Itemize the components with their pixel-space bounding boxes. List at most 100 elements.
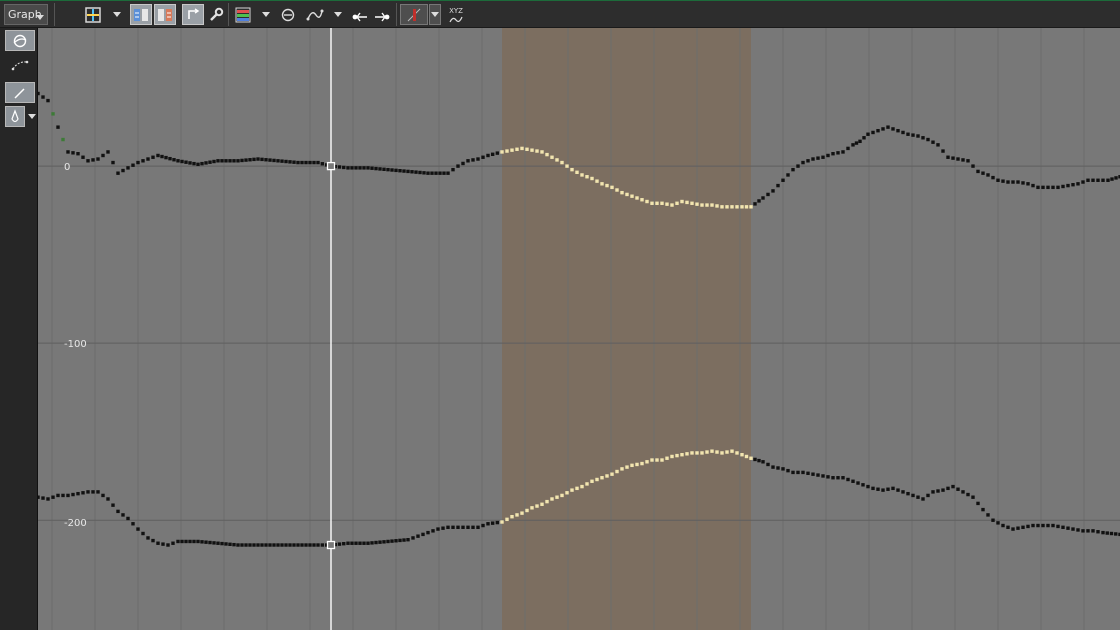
keyframe-point bbox=[220, 541, 224, 546]
keyframe-point bbox=[378, 167, 382, 171]
keyframe-point bbox=[106, 497, 110, 501]
keyframe-point bbox=[101, 153, 105, 158]
keyframe-point bbox=[374, 166, 378, 171]
keyframe-point bbox=[41, 496, 45, 500]
keyframe-point bbox=[796, 164, 800, 168]
keyframe-point bbox=[881, 127, 885, 131]
keyframe-point bbox=[841, 476, 845, 480]
keyframe-point bbox=[801, 160, 805, 165]
curve-tool-icon[interactable] bbox=[5, 54, 35, 75]
normalize-icon[interactable] bbox=[279, 4, 297, 25]
keyframe-point bbox=[312, 160, 316, 165]
curve-plot[interactable] bbox=[38, 28, 1120, 630]
keyframe-point bbox=[961, 158, 965, 162]
keyframe-point bbox=[1026, 524, 1030, 529]
keyframe-point bbox=[176, 539, 180, 544]
wrench-icon[interactable] bbox=[206, 4, 226, 25]
keyframe-point bbox=[406, 538, 410, 542]
keyframe-point bbox=[515, 513, 519, 517]
keyframe-point bbox=[766, 462, 770, 467]
keyframe-point bbox=[1066, 183, 1070, 188]
keyframe-point bbox=[550, 155, 554, 159]
keyframe-point bbox=[730, 449, 734, 453]
pen-tool-icon[interactable] bbox=[5, 82, 35, 103]
keyframe-point bbox=[446, 525, 450, 530]
keyframe-point bbox=[951, 484, 955, 489]
color-channels-icon[interactable] bbox=[233, 4, 253, 25]
keyframe-point bbox=[525, 508, 529, 513]
keyframe-point bbox=[411, 536, 415, 540]
keyframe-point bbox=[71, 492, 75, 497]
keyframe-point bbox=[86, 159, 90, 163]
red-marker-dropdown[interactable] bbox=[429, 4, 441, 25]
keyframe-point bbox=[757, 199, 761, 203]
keyframe-point bbox=[252, 157, 256, 162]
keyframe-point bbox=[216, 159, 220, 163]
step-back-icon[interactable] bbox=[350, 4, 370, 25]
keyframe-point bbox=[76, 491, 80, 496]
color-channels-dropdown[interactable] bbox=[260, 4, 272, 25]
keyframe-point bbox=[605, 474, 609, 478]
keyframe-point bbox=[961, 490, 965, 494]
keyframe-point bbox=[600, 476, 604, 480]
keyframe-point bbox=[976, 169, 980, 174]
graph-mode-icon[interactable] bbox=[5, 30, 35, 51]
keyframe-point bbox=[700, 203, 704, 207]
ink-tool-dropdown[interactable] bbox=[26, 106, 38, 127]
keyframe-point bbox=[771, 189, 775, 193]
keyframe-point bbox=[466, 525, 470, 530]
keyframe-point bbox=[675, 453, 679, 458]
keyframe-point bbox=[354, 166, 358, 170]
keyframe-point bbox=[156, 541, 160, 545]
keyframe-point bbox=[580, 173, 584, 177]
keyframe-point bbox=[996, 521, 1000, 525]
keyframe-point bbox=[911, 493, 915, 498]
keyframe-point bbox=[1051, 185, 1055, 190]
keyframe-point bbox=[81, 491, 85, 495]
tool-sidebar bbox=[0, 28, 38, 630]
keyframe-point bbox=[101, 493, 105, 498]
keyframe-point bbox=[161, 542, 165, 546]
keyframe-point bbox=[308, 543, 312, 547]
swap-icon[interactable] bbox=[182, 4, 204, 25]
keyframe-point bbox=[337, 542, 342, 546]
keyframe-point bbox=[346, 541, 350, 545]
keyframe-point bbox=[46, 98, 50, 103]
curve-fit-dropdown[interactable] bbox=[332, 4, 344, 25]
mode-selector[interactable]: Graph bbox=[4, 4, 48, 25]
ink-tool-icon[interactable] bbox=[5, 106, 25, 127]
keyframe-point bbox=[362, 541, 366, 545]
keyframe-point bbox=[510, 148, 514, 152]
keyframe-point bbox=[1105, 531, 1109, 535]
keyframe-point bbox=[735, 451, 739, 455]
keyframe-point bbox=[476, 157, 480, 161]
keyframe-point bbox=[625, 465, 629, 469]
keyframe-point bbox=[565, 491, 569, 495]
red-marker-icon[interactable] bbox=[400, 4, 428, 25]
frame-view-dropdown[interactable] bbox=[111, 4, 123, 25]
keyframe-point bbox=[921, 497, 925, 501]
keyframe-point bbox=[342, 541, 346, 546]
keyframe-point bbox=[856, 481, 860, 485]
keyframe-point bbox=[1026, 182, 1030, 186]
xyz-axes-icon[interactable]: XYZ bbox=[446, 4, 466, 25]
keyframe-point bbox=[414, 170, 418, 174]
paste-keys-icon[interactable] bbox=[154, 4, 176, 25]
copy-keys-icon[interactable] bbox=[130, 4, 152, 25]
keyframe-point bbox=[370, 541, 374, 545]
keyframe-point bbox=[378, 540, 382, 544]
curve-fit-icon[interactable] bbox=[304, 4, 326, 25]
keyframe-point bbox=[268, 158, 272, 162]
keyframe-point bbox=[685, 200, 689, 205]
keyframe-point bbox=[660, 458, 664, 462]
keyframe-point bbox=[200, 161, 204, 166]
keyframe-point bbox=[260, 543, 264, 547]
keyframe-point bbox=[398, 538, 402, 543]
graph-canvas[interactable]: 0 -100 -200 bbox=[38, 28, 1120, 630]
step-forward-icon[interactable] bbox=[372, 4, 392, 25]
keyframe-point bbox=[1110, 177, 1114, 181]
frame-view-icon[interactable] bbox=[83, 4, 103, 25]
keyframe-point bbox=[426, 171, 430, 175]
keyframe-point bbox=[901, 490, 905, 494]
keyframe-point bbox=[370, 166, 374, 170]
